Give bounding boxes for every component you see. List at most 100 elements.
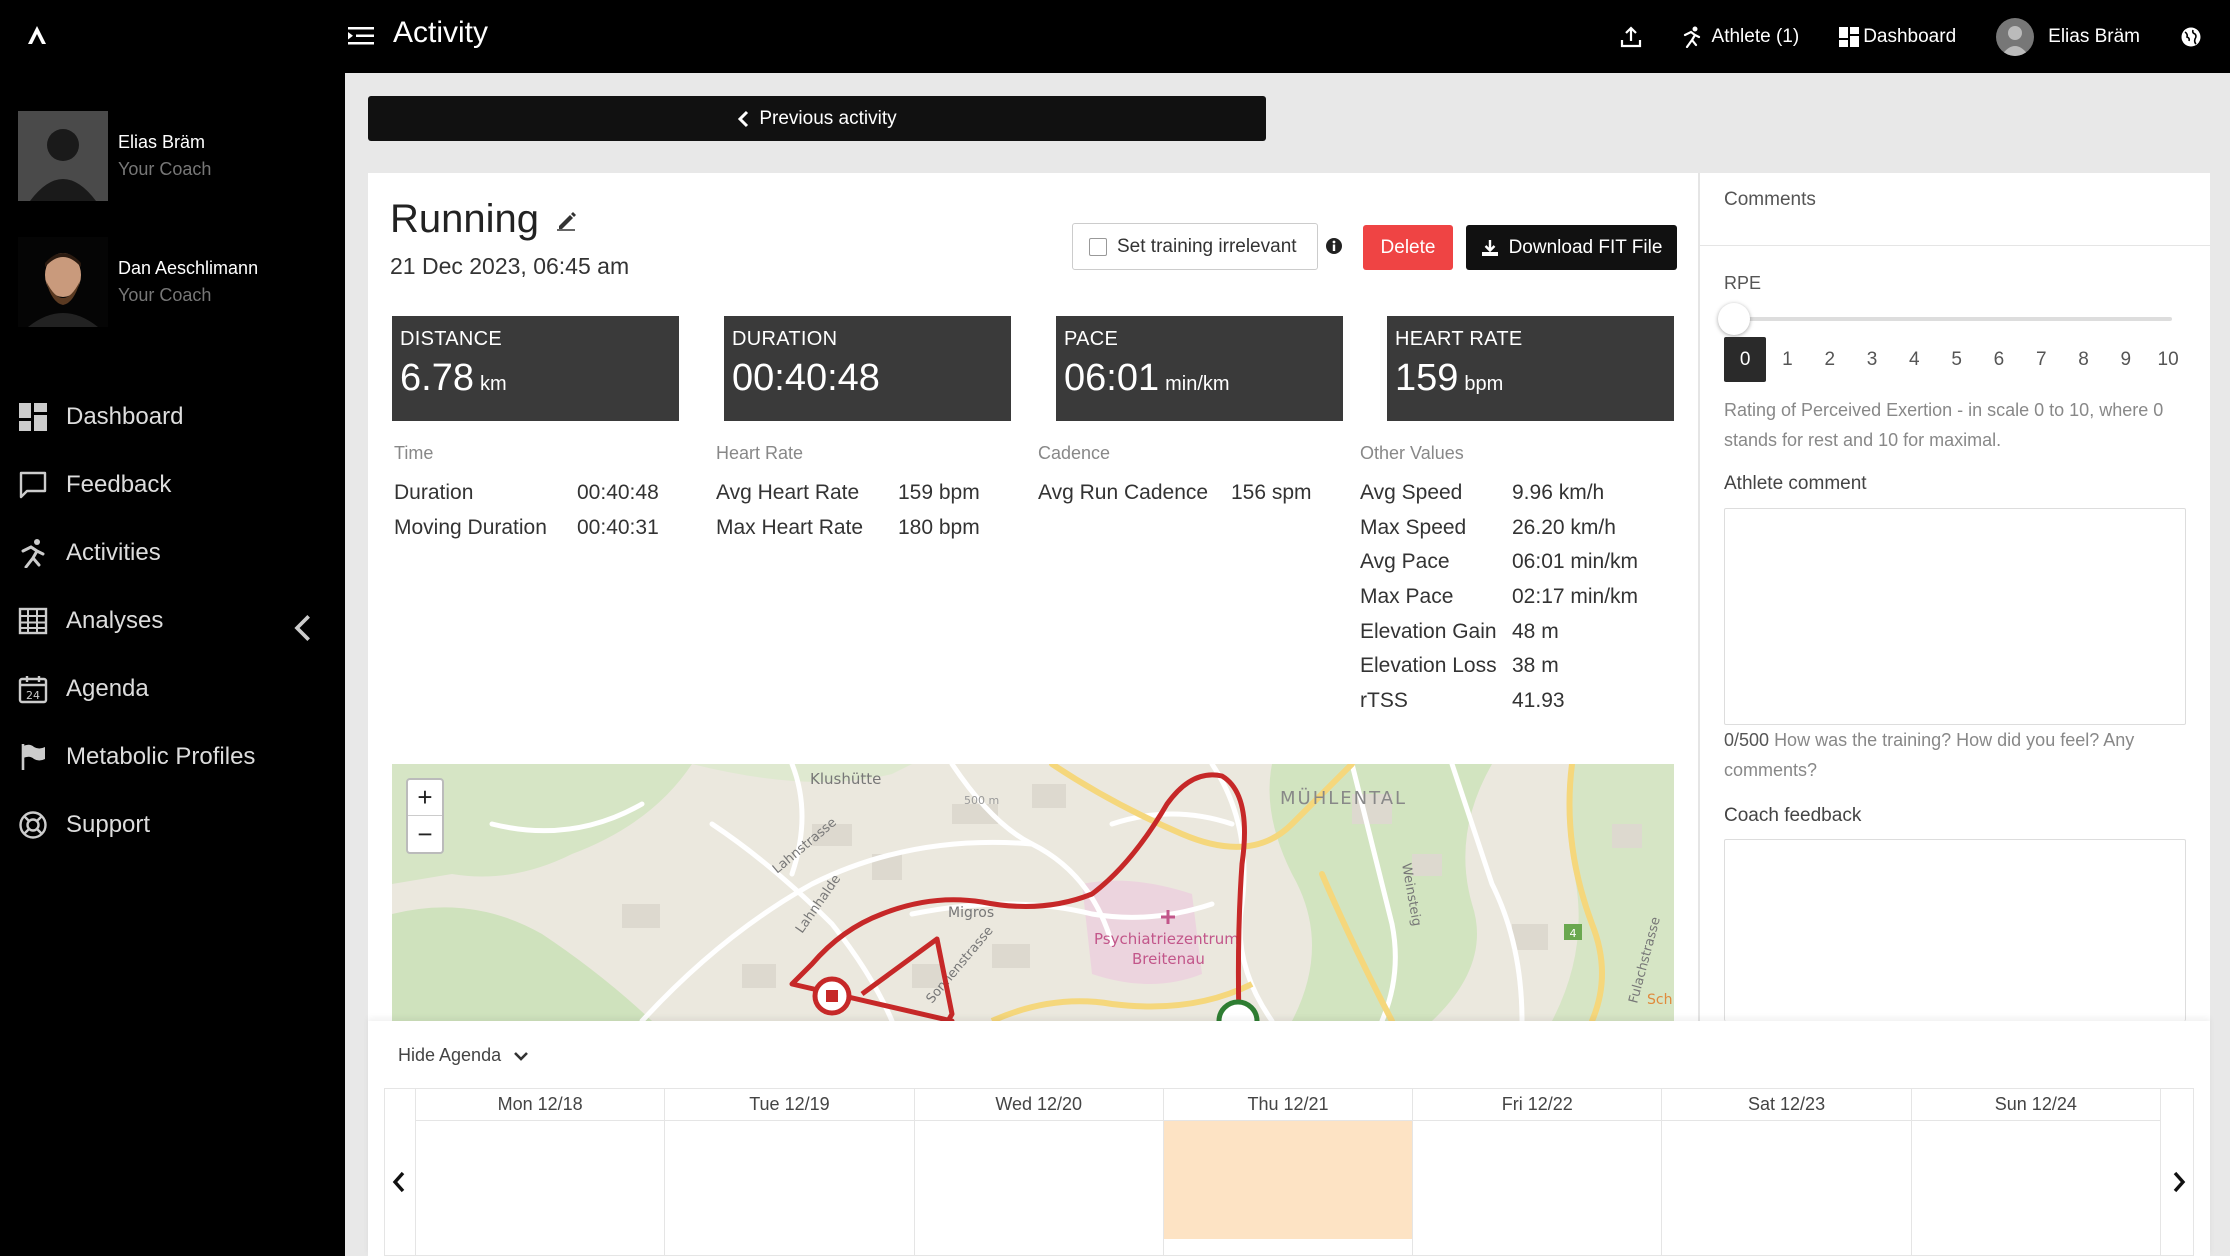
agenda-day-body[interactable] — [1163, 1121, 1413, 1239]
sidebar-item-support[interactable]: Support — [0, 791, 345, 859]
lifebuoy-icon — [19, 811, 47, 839]
sidebar-item-activities[interactable]: Activities — [0, 519, 345, 587]
map-label: MÜHLENTAL — [1280, 787, 1407, 809]
app-logo-icon[interactable] — [24, 22, 50, 48]
agenda-day-body[interactable] — [915, 1121, 1163, 1239]
chevron-left-icon[interactable] — [287, 613, 317, 643]
training-irrelevant-checkbox[interactable] — [1089, 237, 1107, 256]
info-icon[interactable] — [1324, 236, 1344, 256]
coach-name: Elias Bräm — [118, 132, 206, 152]
details-heart-rate: Heart Rate Avg Heart Rate 159 bpm Max Hea… — [716, 443, 980, 545]
rpe-value[interactable]: 1 — [1766, 337, 1808, 382]
activity-date: 21 Dec 2023, 06:45 am — [390, 253, 630, 279]
running-icon — [1683, 26, 1700, 48]
sidebar-item-feedback[interactable]: Feedback — [0, 451, 345, 519]
download-fit-button[interactable]: Download FIT File — [1466, 225, 1677, 270]
map-label: Breitenau — [1132, 950, 1205, 968]
sidebar-item-label: Activities — [66, 539, 161, 566]
coach-role: Your Coach — [118, 285, 212, 305]
map-label: 4 — [1570, 927, 1577, 940]
map-label: Migros — [948, 905, 994, 921]
rpe-value[interactable]: 3 — [1851, 337, 1893, 382]
rpe-value[interactable]: 5 — [1935, 337, 1977, 382]
agenda-day-label: Fri 12/22 — [1413, 1089, 1662, 1121]
rpe-value[interactable]: 2 — [1809, 337, 1851, 382]
calendar-icon: 24 — [18, 676, 48, 704]
svg-text:24: 24 — [26, 689, 40, 702]
previous-activity-button[interactable]: Previous activity — [368, 96, 1266, 141]
sidebar-nav: Dashboard Feedback Activities Analyses 2… — [0, 383, 345, 859]
agenda-day-body[interactable] — [1912, 1121, 2160, 1239]
rpe-slider-track[interactable] — [1734, 317, 2172, 321]
agenda-day-today[interactable]: Thu 12/21 — [1163, 1089, 1414, 1255]
route-start-marker[interactable] — [1216, 999, 1260, 1021]
training-irrelevant-toggle[interactable]: Set training irrelevant — [1072, 223, 1318, 270]
stat-value: 00:40:48 — [732, 357, 880, 399]
rpe-value[interactable]: 4 — [1893, 337, 1935, 382]
coach-card[interactable]: Dan Aeschlimann Your Coach — [18, 237, 258, 327]
agenda-day[interactable]: Mon 12/18 — [415, 1089, 666, 1255]
download-fit-label: Download FIT File — [1508, 236, 1663, 258]
upload-button[interactable] — [1620, 25, 1642, 48]
hide-agenda-button[interactable]: Hide Agenda — [398, 1045, 529, 1066]
coach-card[interactable]: Elias Bräm Your Coach — [18, 111, 211, 201]
detail-row: Elevation Loss 38 m — [1360, 654, 1559, 678]
rpe-value[interactable]: 8 — [2062, 337, 2104, 382]
top-bar: Activity Athlete (1) Dashboard Elias Brä… — [0, 0, 2230, 73]
dashboard-link[interactable]: Dashboard — [1839, 26, 1956, 48]
user-name: Elias Bräm — [2048, 25, 2140, 47]
agenda-day-body[interactable] — [416, 1121, 664, 1239]
agenda-day[interactable]: Tue 12/19 — [665, 1089, 915, 1255]
rpe-value[interactable]: 6 — [1978, 337, 2020, 382]
user-menu[interactable]: Elias Bräm — [1996, 17, 2140, 56]
route-map[interactable]: Klushütte MÜHLENTAL Lahnstrasse Lahnhald… — [392, 764, 1674, 1021]
rpe-value[interactable]: 9 — [2105, 337, 2147, 382]
agenda-day-body[interactable] — [1413, 1121, 1661, 1239]
coach-feedback-input[interactable] — [1724, 839, 2186, 1021]
sidebar-item-dashboard[interactable]: Dashboard — [0, 383, 345, 451]
agenda-day-body[interactable] — [1662, 1121, 1910, 1239]
pencil-icon[interactable] — [555, 209, 577, 231]
athlete-switcher[interactable]: Athlete (1) — [1682, 25, 1800, 48]
avatar — [18, 111, 108, 201]
hint-text: How was the training? How did you feel? … — [1724, 730, 2135, 780]
rpe-value[interactable]: 7 — [2020, 337, 2062, 382]
stat-value: 6.78 km — [400, 357, 507, 399]
detail-row: Avg Heart Rate 159 bpm — [716, 481, 980, 505]
athlete-label: Athlete (1) — [1711, 25, 1800, 47]
dashboard-icon — [19, 403, 47, 431]
chevron-right-icon[interactable] — [2169, 1169, 2189, 1195]
chevron-left-icon[interactable] — [389, 1169, 409, 1195]
agenda-day[interactable]: Sat 12/23 — [1662, 1089, 1912, 1255]
menu-toggle-icon[interactable] — [348, 24, 374, 48]
sidebar-item-analyses[interactable]: Analyses — [0, 587, 345, 655]
detail-row: Max Heart Rate 180 bpm — [716, 515, 980, 539]
agenda-day-label: Sun 12/24 — [1911, 1089, 2160, 1121]
rpe-value[interactable]: 0 — [1724, 337, 1767, 382]
sidebar-item-metabolic-profiles[interactable]: Metabolic Profiles — [0, 723, 345, 791]
agenda-day[interactable]: Sun 12/24 — [1911, 1089, 2161, 1255]
activity-card: Running 21 Dec 2023, 06:45 am Set traini… — [368, 173, 1698, 1021]
agenda-day-label: Thu 12/21 — [1163, 1089, 1413, 1121]
zoom-in-button[interactable]: + — [408, 780, 442, 816]
map-canvas[interactable]: Klushütte MÜHLENTAL Lahnstrasse Lahnhald… — [392, 764, 1674, 1021]
agenda-day[interactable]: Wed 12/20 — [914, 1089, 1164, 1255]
agenda-day-label: Tue 12/19 — [665, 1089, 914, 1121]
agenda-day-body[interactable] — [665, 1121, 913, 1239]
rpe-slider-handle[interactable] — [1718, 303, 1750, 335]
sidebar-item-label: Metabolic Profiles — [66, 743, 256, 770]
zoom-out-button[interactable]: − — [408, 816, 442, 852]
rpe-value[interactable]: 10 — [2147, 337, 2189, 382]
rpe-scale: 0 1 2 3 4 5 6 7 8 9 10 — [1724, 337, 2189, 382]
language-button[interactable] — [2180, 26, 2202, 48]
details-cadence: Cadence Avg Run Cadence 156 spm — [1038, 443, 1312, 511]
sidebar-item-label: Dashboard — [66, 403, 184, 430]
detail-row: rTSS 41.93 — [1360, 688, 1565, 712]
athlete-comment-input[interactable] — [1724, 508, 2186, 725]
divider — [1700, 245, 2210, 246]
sidebar-item-agenda[interactable]: 24 Agenda — [0, 655, 345, 723]
table-icon — [18, 607, 48, 635]
feedback-icon — [19, 471, 47, 499]
agenda-day[interactable]: Fri 12/22 — [1413, 1089, 1663, 1255]
delete-button[interactable]: Delete — [1363, 225, 1453, 270]
